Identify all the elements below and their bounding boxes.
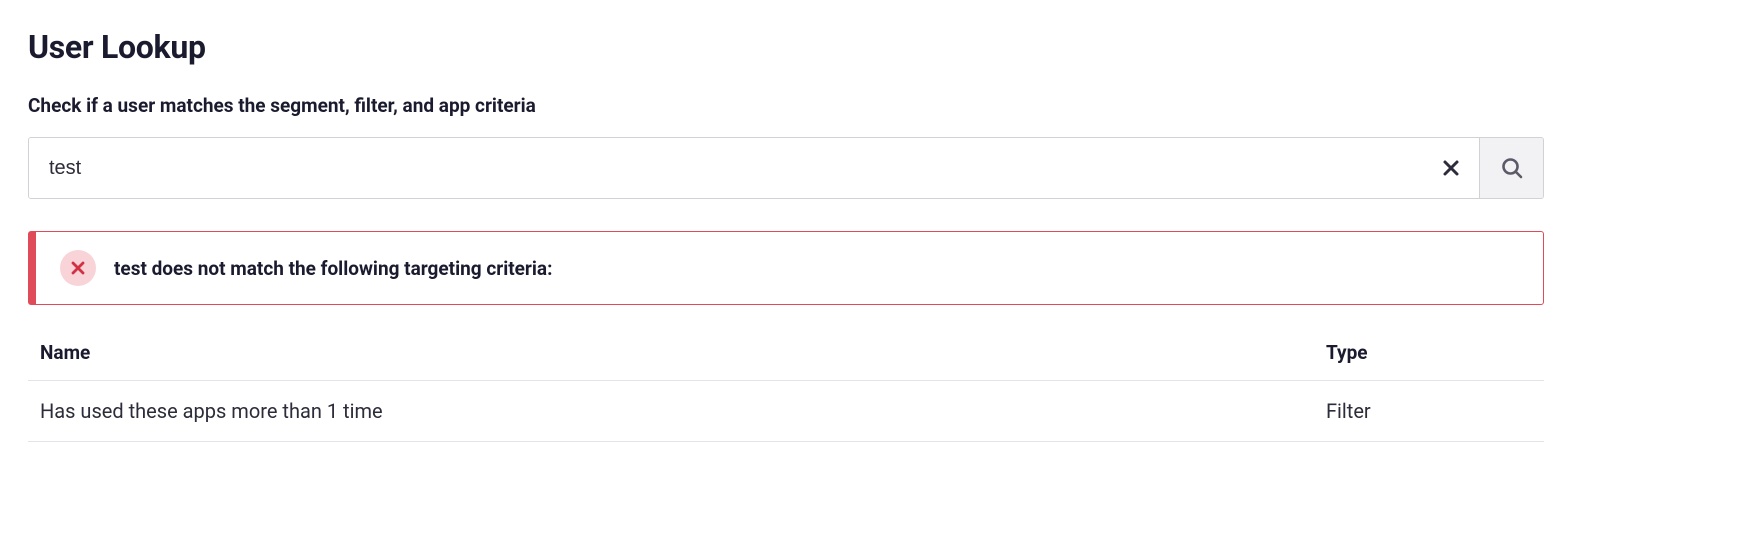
search-icon [1500, 156, 1524, 180]
cell-type: Filter [1314, 381, 1544, 442]
error-icon-wrap [60, 250, 96, 286]
table-row: Has used these apps more than 1 time Fil… [28, 381, 1544, 442]
clear-button[interactable] [1423, 138, 1479, 198]
results-table: Name Type Has used these apps more than … [28, 325, 1544, 442]
search-input[interactable] [29, 138, 1423, 198]
page-title: User Lookup [28, 28, 1720, 66]
cell-name: Has used these apps more than 1 time [28, 381, 1314, 442]
search-button[interactable] [1479, 138, 1543, 198]
close-icon [1442, 159, 1460, 177]
page-subtitle: Check if a user matches the segment, fil… [28, 94, 1720, 117]
column-header-type: Type [1314, 325, 1544, 381]
error-alert: test does not match the following target… [28, 231, 1544, 305]
error-message: test does not match the following target… [114, 257, 552, 280]
search-row [28, 137, 1544, 199]
error-icon [71, 261, 85, 275]
column-header-name: Name [28, 325, 1314, 381]
